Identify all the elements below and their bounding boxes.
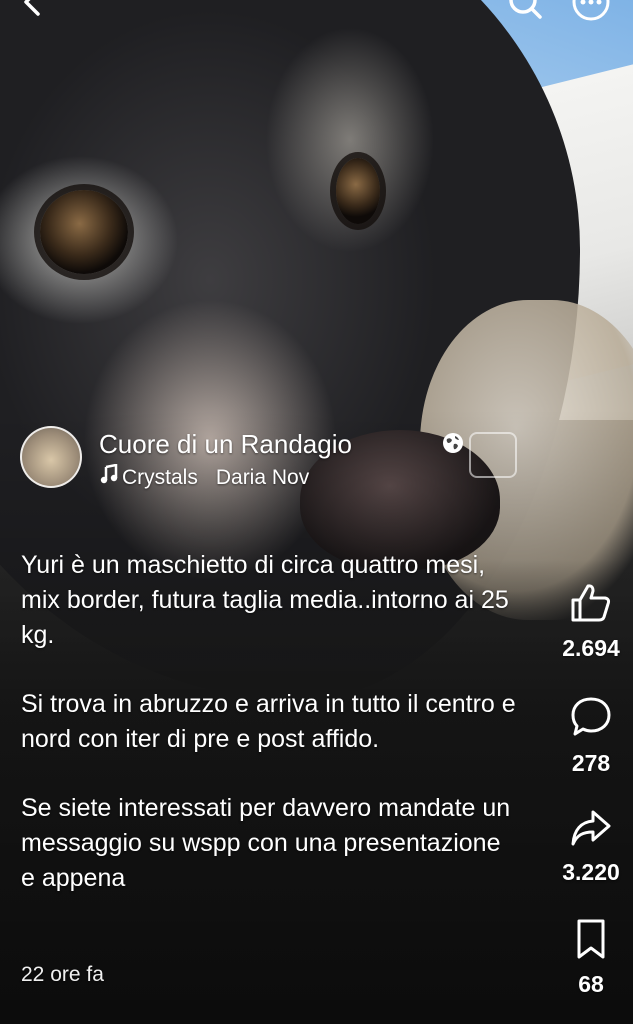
music-artist: Daria Nov <box>215 466 310 489</box>
caption-paragraph: Si trova in abruzzo e arriva in tutto il… <box>21 690 516 753</box>
post-timestamp: 22 ore fa <box>21 963 104 986</box>
caption-paragraph: Se siete interessati per davvero mandate… <box>21 794 511 892</box>
avatar[interactable] <box>20 426 82 488</box>
arrow-left-icon[interactable] <box>14 0 54 22</box>
bookmark-icon <box>550 918 632 965</box>
comment-button[interactable]: 278 <box>550 695 632 777</box>
caption-paragraph: Yuri è un maschietto di circa quattro me… <box>21 551 509 649</box>
share-arrow-icon <box>550 808 632 853</box>
music-line[interactable]: Crystals Daria Nov <box>100 464 360 492</box>
like-count: 2.694 <box>562 635 620 661</box>
save-count: 68 <box>578 971 604 997</box>
share-button[interactable]: 3.220 <box>550 808 632 886</box>
music-note-icon <box>100 464 122 492</box>
globe-icon <box>442 432 464 454</box>
share-count: 3.220 <box>562 859 620 885</box>
search-icon[interactable] <box>505 0 545 22</box>
post-author-block: Cuore di un Randagio Crystals Daria Nov <box>20 426 540 492</box>
comment-count: 278 <box>571 750 611 776</box>
author-name[interactable]: Cuore di un Randagio <box>99 426 352 462</box>
music-track: Crystals <box>122 466 198 489</box>
comment-bubble-icon <box>550 695 632 744</box>
save-button[interactable]: 68 <box>550 918 632 998</box>
thumbs-up-icon <box>550 582 632 629</box>
more-dots-icon[interactable] <box>571 0 611 22</box>
follow-button[interactable] <box>469 432 517 478</box>
post-caption[interactable]: Yuri è un maschietto di circa quattro me… <box>21 548 521 930</box>
like-button[interactable]: 2.694 <box>550 582 632 662</box>
